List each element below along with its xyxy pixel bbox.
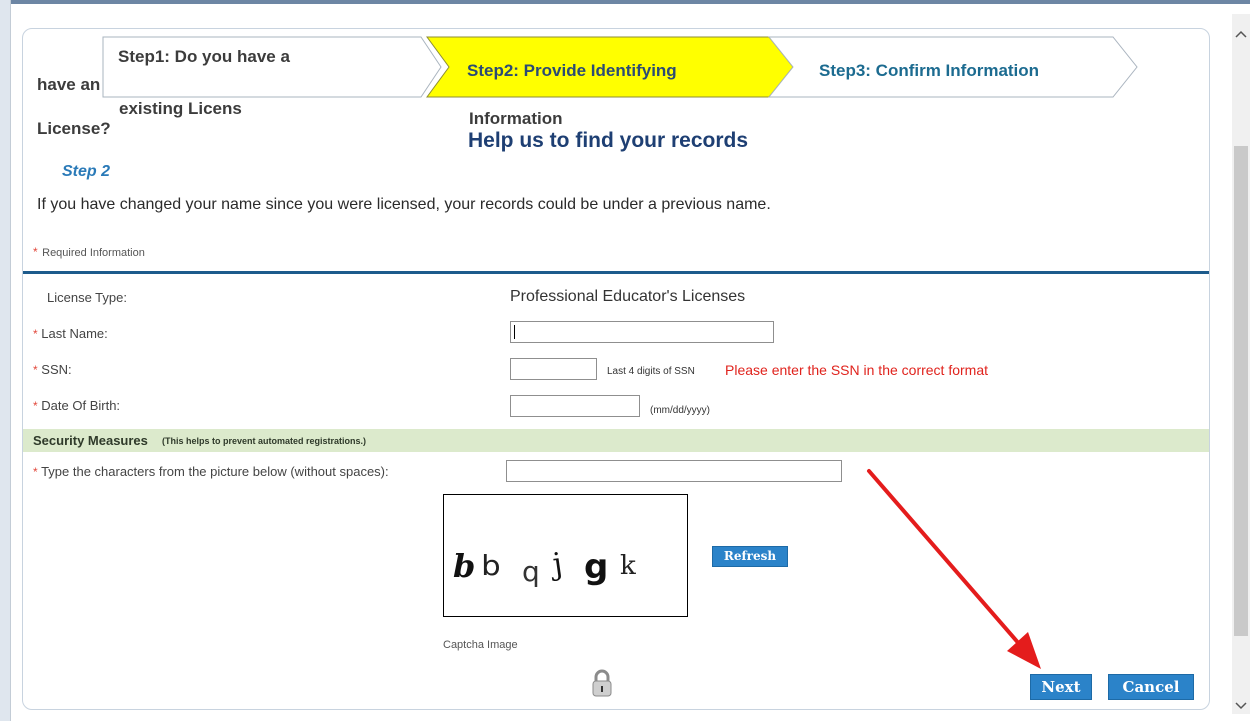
intro-text: If you have changed your name since you …	[37, 196, 771, 213]
dob-label: * Date Of Birth:	[33, 398, 120, 413]
required-star: *	[33, 245, 38, 259]
wizard-step1-line1[interactable]: Step1: Do you have a	[118, 47, 290, 67]
wizard-step1-shape	[102, 36, 442, 98]
captcha-input[interactable]	[506, 460, 842, 482]
red-arrow-annotation	[867, 469, 1041, 669]
wizard-step2-line1[interactable]: Step2: Provide Identifying	[467, 61, 677, 81]
page-heading: Help us to find your records	[468, 129, 749, 152]
dob-hint: (mm/dd/yyyy)	[650, 405, 710, 416]
last-name-label: * Last Name:	[33, 326, 108, 341]
ssn-hint: Last 4 digits of SSN	[607, 366, 695, 377]
required-star: *	[33, 399, 38, 413]
text-cursor	[514, 325, 515, 339]
scrollbar-thumb[interactable]	[1234, 146, 1248, 636]
captcha-prompt-text: Type the characters from the picture bel…	[41, 464, 389, 479]
last-name-input[interactable]	[510, 321, 774, 343]
form-panel: Step1: Do you have a existing Licens hav…	[22, 28, 1210, 710]
ssn-input[interactable]	[510, 358, 597, 380]
dob-label-text: Date Of Birth:	[41, 398, 121, 413]
lock-icon	[591, 669, 613, 697]
ssn-error-message: Please enter the SSN in the correct form…	[725, 362, 989, 378]
required-info-note: * Required Information	[33, 243, 145, 261]
ssn-label-text: SSN:	[41, 362, 72, 377]
license-type-value: Professional Educator's Licenses	[510, 288, 746, 305]
section-divider	[23, 271, 1209, 274]
dob-input[interactable]	[510, 395, 640, 417]
scroll-down-icon[interactable]	[1234, 698, 1248, 716]
security-measures-title: Security Measures	[33, 433, 148, 448]
wizard-step1-line2: existing Licens	[119, 99, 242, 118]
required-info-label: Required Information	[42, 247, 145, 259]
step-label: Step 2	[62, 163, 111, 180]
wizard-step2-line2: Information	[469, 109, 563, 128]
wizard-step1-overflow-a: have an	[37, 75, 101, 94]
captcha-image: b b q j g k	[443, 494, 688, 617]
cancel-button[interactable]: Cancel	[1108, 674, 1194, 700]
scroll-up-icon[interactable]	[1234, 28, 1248, 42]
wizard-step3-label[interactable]: Step3: Confirm Information	[819, 61, 1039, 81]
refresh-captcha-button[interactable]: Refresh	[712, 546, 788, 567]
license-type-label: License Type:	[47, 290, 127, 305]
next-button[interactable]: Next	[1030, 674, 1092, 700]
last-name-label-text: Last Name:	[41, 326, 108, 341]
security-measures-bar: Security Measures (This helps to prevent…	[23, 429, 1209, 452]
ssn-label: * SSN:	[33, 362, 72, 377]
captcha-glyphs: b b q j g k	[453, 546, 636, 588]
captcha-prompt: * Type the characters from the picture b…	[33, 464, 389, 479]
required-star: *	[33, 465, 38, 479]
required-star: *	[33, 327, 38, 341]
captcha-caption: Captcha Image	[443, 639, 518, 651]
window-left-border	[0, 0, 11, 721]
wizard-step1-overflow-b: License?	[37, 119, 111, 138]
security-measures-subtitle: (This helps to prevent automated registr…	[162, 436, 367, 446]
required-star: *	[33, 363, 38, 377]
window-top-border	[0, 0, 1250, 4]
